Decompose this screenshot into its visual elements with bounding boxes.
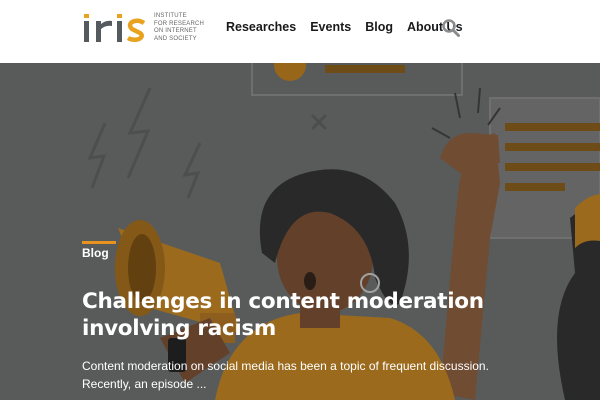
post-excerpt: Content moderation on social media has b… [82,359,489,391]
hero-overlay [0,63,600,400]
post-title[interactable]: Challenges in content moderation involvi… [82,288,522,342]
featured-post-hero[interactable]: Blog Challenges in content moderation in… [0,63,600,400]
search-button[interactable] [441,18,461,38]
tagline-line: FOR RESEARCH [154,20,205,27]
post-category[interactable]: Blog [82,246,109,260]
nav-item-researches[interactable]: Researches [226,20,296,34]
iris-logo-icon [84,14,146,43]
nav-item-events[interactable]: Events [310,20,351,34]
tagline-line: INSTITUTE [154,13,187,19]
category-accent-bar [82,241,116,244]
logo-tagline: INSTITUTE FOR RESEARCH ON INTERNET AND S… [154,13,214,43]
site-logo[interactable] [82,11,148,45]
search-icon [442,19,460,37]
tagline-line: AND SOCIETY [154,35,197,42]
tagline-line: ON INTERNET [154,28,197,34]
nav-item-blog[interactable]: Blog [365,20,393,34]
main-nav: Researches Events Blog About Us [226,20,477,34]
site-header: INSTITUTE FOR RESEARCH ON INTERNET AND S… [0,0,600,63]
